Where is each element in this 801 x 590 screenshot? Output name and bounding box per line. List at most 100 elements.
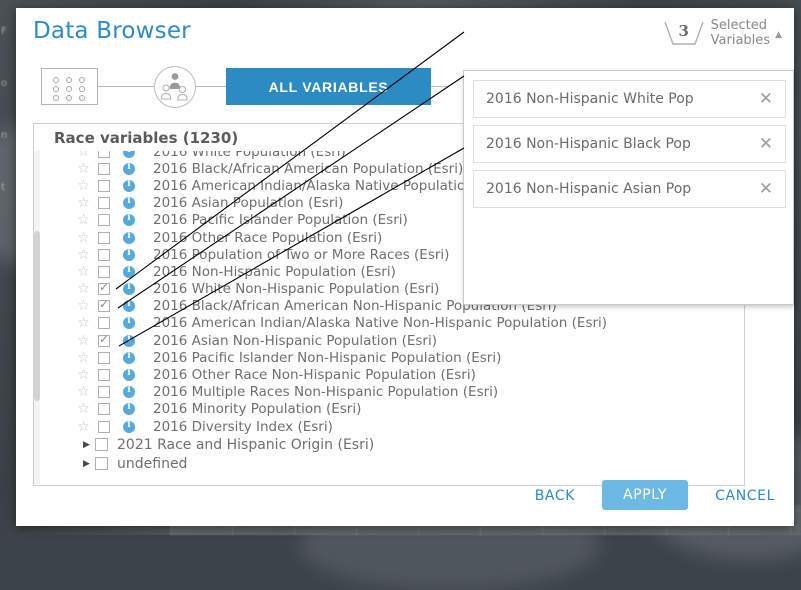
- info-icon[interactable]: [123, 317, 135, 329]
- selected-variable-item[interactable]: 2016 Non-Hispanic White Pop✕: [473, 80, 786, 118]
- favorite-star-icon[interactable]: ☆: [75, 316, 92, 330]
- favorite-star-icon[interactable]: ☆: [75, 385, 92, 399]
- selected-variable-label: 2016 Non-Hispanic Asian Pop: [486, 181, 759, 197]
- favorite-star-icon[interactable]: ☆: [75, 299, 92, 313]
- variable-checkbox[interactable]: [98, 421, 110, 433]
- variable-label: 2016 Asian Population (Esri): [153, 195, 343, 211]
- info-icon[interactable]: [123, 232, 135, 244]
- variable-checkbox[interactable]: [98, 249, 110, 261]
- variable-checkbox[interactable]: [98, 232, 110, 244]
- back-button[interactable]: BACK: [529, 487, 581, 505]
- variable-checkbox[interactable]: [98, 369, 110, 381]
- variable-label: 2016 Other Race Non-Hispanic Population …: [153, 367, 476, 383]
- favorite-star-icon[interactable]: ☆: [75, 420, 92, 434]
- info-icon[interactable]: [123, 197, 135, 209]
- favorite-star-icon[interactable]: ☆: [75, 402, 92, 416]
- grid-of-dots-icon[interactable]: [41, 68, 98, 105]
- variable-row[interactable]: ☆2016 American Indian/Alaska Native Non-…: [35, 315, 743, 332]
- variable-checkbox[interactable]: [98, 180, 110, 192]
- cancel-button[interactable]: CANCEL: [709, 487, 781, 505]
- chevron-up-icon[interactable]: ▲: [775, 30, 782, 40]
- backdrop-side-text: F o n t: [1, 6, 15, 214]
- info-icon[interactable]: [123, 403, 135, 415]
- variable-label: 2016 Minority Population (Esri): [153, 401, 361, 417]
- favorite-star-icon[interactable]: ☆: [75, 265, 92, 279]
- selected-label-line2: Variables: [711, 33, 770, 48]
- favorite-star-icon[interactable]: ☆: [75, 231, 92, 245]
- info-icon[interactable]: [123, 421, 135, 433]
- variable-group-row[interactable]: ▶ 2021 Race and Hispanic Origin (Esri): [35, 435, 743, 454]
- info-icon[interactable]: [123, 151, 135, 158]
- variable-label: 2016 White Population (Esri): [153, 151, 346, 160]
- selected-variables-counter[interactable]: 3 Selected Variables ▲: [662, 12, 782, 49]
- selected-label-line1: Selected: [711, 18, 770, 33]
- group-checkbox[interactable]: [95, 438, 108, 451]
- variable-group-row[interactable]: ▶undefined: [35, 454, 743, 473]
- variable-checkbox[interactable]: [98, 352, 110, 364]
- dialog-footer: BACK APPLY CANCEL: [16, 474, 794, 526]
- variable-checkbox[interactable]: [98, 300, 110, 312]
- variable-checkbox[interactable]: [98, 266, 110, 278]
- variable-checkbox[interactable]: [98, 197, 110, 209]
- selected-variable-item[interactable]: 2016 Non-Hispanic Black Pop✕: [473, 125, 786, 163]
- variable-checkbox[interactable]: [98, 151, 110, 158]
- people-group-icon[interactable]: [154, 66, 196, 108]
- variable-checkbox[interactable]: [98, 163, 110, 175]
- info-icon[interactable]: [123, 283, 135, 295]
- favorite-star-icon[interactable]: ☆: [75, 213, 92, 227]
- variable-checkbox[interactable]: [98, 283, 110, 295]
- info-icon[interactable]: [123, 214, 135, 226]
- remove-variable-icon[interactable]: ✕: [759, 136, 773, 153]
- expand-caret-icon[interactable]: ▶: [83, 440, 93, 450]
- apply-button[interactable]: APPLY: [602, 480, 688, 510]
- favorite-star-icon[interactable]: ☆: [75, 179, 92, 193]
- info-icon[interactable]: [123, 300, 135, 312]
- variable-label: 2016 Other Race Population (Esri): [153, 230, 382, 246]
- variable-checkbox[interactable]: [98, 214, 110, 226]
- favorite-star-icon[interactable]: ☆: [75, 162, 92, 176]
- variable-label: 2016 Diversity Index (Esri): [153, 419, 333, 435]
- info-icon[interactable]: [123, 163, 135, 175]
- selected-variables-panel: 2016 Non-Hispanic White Pop✕2016 Non-His…: [463, 70, 794, 305]
- variable-checkbox[interactable]: [98, 317, 110, 329]
- variable-row[interactable]: ☆2016 Multiple Races Non-Hispanic Popula…: [35, 384, 743, 401]
- variable-label: 2016 Population of Two or More Races (Es…: [153, 247, 449, 263]
- variable-row[interactable]: ☆ 2016 Minority Population (Esri): [35, 401, 743, 418]
- selected-variable-item[interactable]: 2016 Non-Hispanic Asian Pop✕: [473, 170, 786, 208]
- info-icon[interactable]: [123, 352, 135, 364]
- favorite-star-icon[interactable]: ☆: [75, 151, 92, 159]
- data-browser-dialog: Data Browser 3 Selected Variables ▲: [16, 8, 794, 526]
- variable-row[interactable]: ☆2016 Asian Non-Hispanic Population (Esr…: [35, 332, 743, 349]
- info-icon[interactable]: [123, 386, 135, 398]
- selected-variable-label: 2016 Non-Hispanic White Pop: [486, 91, 759, 107]
- favorite-star-icon[interactable]: ☆: [75, 351, 92, 365]
- info-icon[interactable]: [123, 249, 135, 261]
- selected-count: 3: [662, 22, 706, 40]
- list-category-header: Race variables (1230): [54, 129, 238, 147]
- info-icon[interactable]: [123, 180, 135, 192]
- favorite-star-icon[interactable]: ☆: [75, 282, 92, 296]
- basket-icon: 3: [662, 19, 706, 49]
- info-icon[interactable]: [123, 369, 135, 381]
- variable-label: 2016 American Indian/Alaska Native Popul…: [153, 178, 513, 194]
- remove-variable-icon[interactable]: ✕: [759, 91, 773, 108]
- expand-caret-icon[interactable]: ▶: [83, 459, 93, 469]
- variable-checkbox[interactable]: [98, 403, 110, 415]
- remove-variable-icon[interactable]: ✕: [759, 181, 773, 198]
- variable-label: 2016 Pacific Islander Non-Hispanic Popul…: [153, 350, 501, 366]
- info-icon[interactable]: [123, 266, 135, 278]
- favorite-star-icon[interactable]: ☆: [75, 334, 92, 348]
- variable-row[interactable]: ☆ 2016 Pacific Islander Non-Hispanic Popu…: [35, 349, 743, 366]
- variable-checkbox[interactable]: [98, 335, 110, 347]
- all-variables-button[interactable]: ALL VARIABLES: [226, 68, 431, 105]
- info-icon[interactable]: [123, 335, 135, 347]
- variable-row[interactable]: ☆ 2016 Diversity Index (Esri): [35, 418, 743, 435]
- favorite-star-icon[interactable]: ☆: [75, 196, 92, 210]
- variable-checkbox[interactable]: [98, 386, 110, 398]
- favorite-star-icon[interactable]: ☆: [75, 368, 92, 382]
- group-checkbox[interactable]: [95, 457, 108, 470]
- group-label: 2021 Race and Hispanic Origin (Esri): [117, 437, 374, 453]
- variable-row[interactable]: ☆ 2016 Other Race Non-Hispanic Population…: [35, 366, 743, 383]
- favorite-star-icon[interactable]: ☆: [75, 248, 92, 262]
- selected-variables-label: Selected Variables: [711, 18, 770, 48]
